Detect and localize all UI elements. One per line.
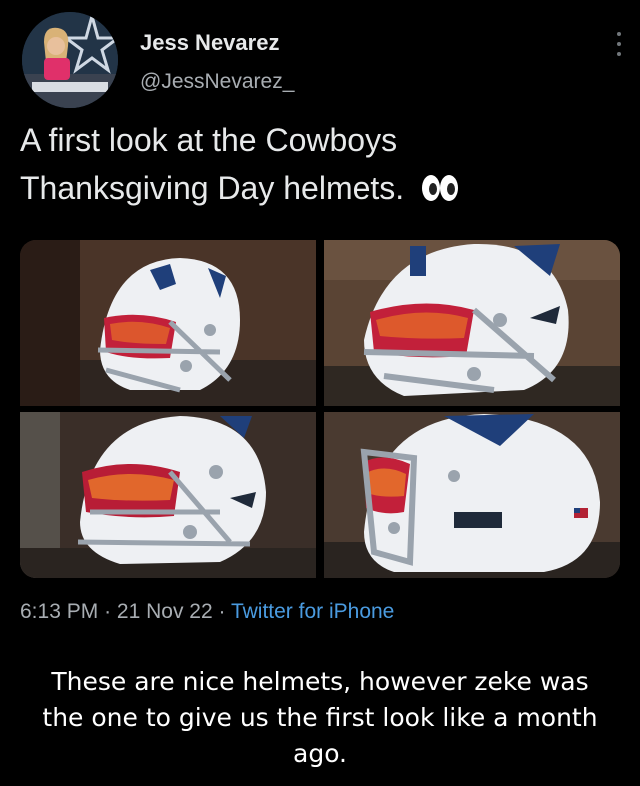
author-name[interactable]: Jess Nevarez bbox=[140, 30, 279, 56]
author-avatar[interactable] bbox=[22, 12, 118, 108]
helmet-photo-2[interactable] bbox=[324, 240, 620, 406]
tweet-text: A first look at the Cowboys Thanksgiving… bbox=[20, 116, 620, 215]
tweet-header: Jess Nevarez @JessNevarez_ bbox=[22, 12, 622, 108]
comment-line2: the one to give us the first look like a… bbox=[42, 703, 598, 732]
tweet-source-link[interactable]: Twitter for iPhone bbox=[231, 600, 394, 623]
helmet-photo-3[interactable] bbox=[20, 412, 316, 578]
comment-line1: These are nice helmets, however zeke was bbox=[51, 667, 589, 696]
comment-caption: These are nice helmets, however zeke was… bbox=[0, 664, 640, 772]
meta-separator-2: · bbox=[218, 600, 226, 623]
tweet-time[interactable]: 6:13 PM bbox=[20, 600, 98, 623]
tweet-text-line2: Thanksgiving Day helmets. bbox=[20, 170, 405, 206]
meta-separator-1: · bbox=[104, 600, 112, 623]
helmet-photo-4[interactable] bbox=[324, 412, 620, 578]
comment-line3: ago. bbox=[293, 739, 347, 768]
helmet-photo-1[interactable] bbox=[20, 240, 316, 406]
photo-grid bbox=[20, 240, 620, 578]
tweet-meta: 6:13 PM · 21 Nov 22 · Twitter for iPhone bbox=[20, 600, 394, 624]
tweet-text-line1: A first look at the Cowboys bbox=[20, 122, 398, 158]
author-handle[interactable]: @JessNevarez_ bbox=[140, 70, 294, 94]
tweet-date[interactable]: 21 Nov 22 bbox=[117, 600, 213, 623]
eyes-emoji-icon bbox=[421, 167, 459, 215]
more-options-icon[interactable] bbox=[616, 32, 622, 62]
